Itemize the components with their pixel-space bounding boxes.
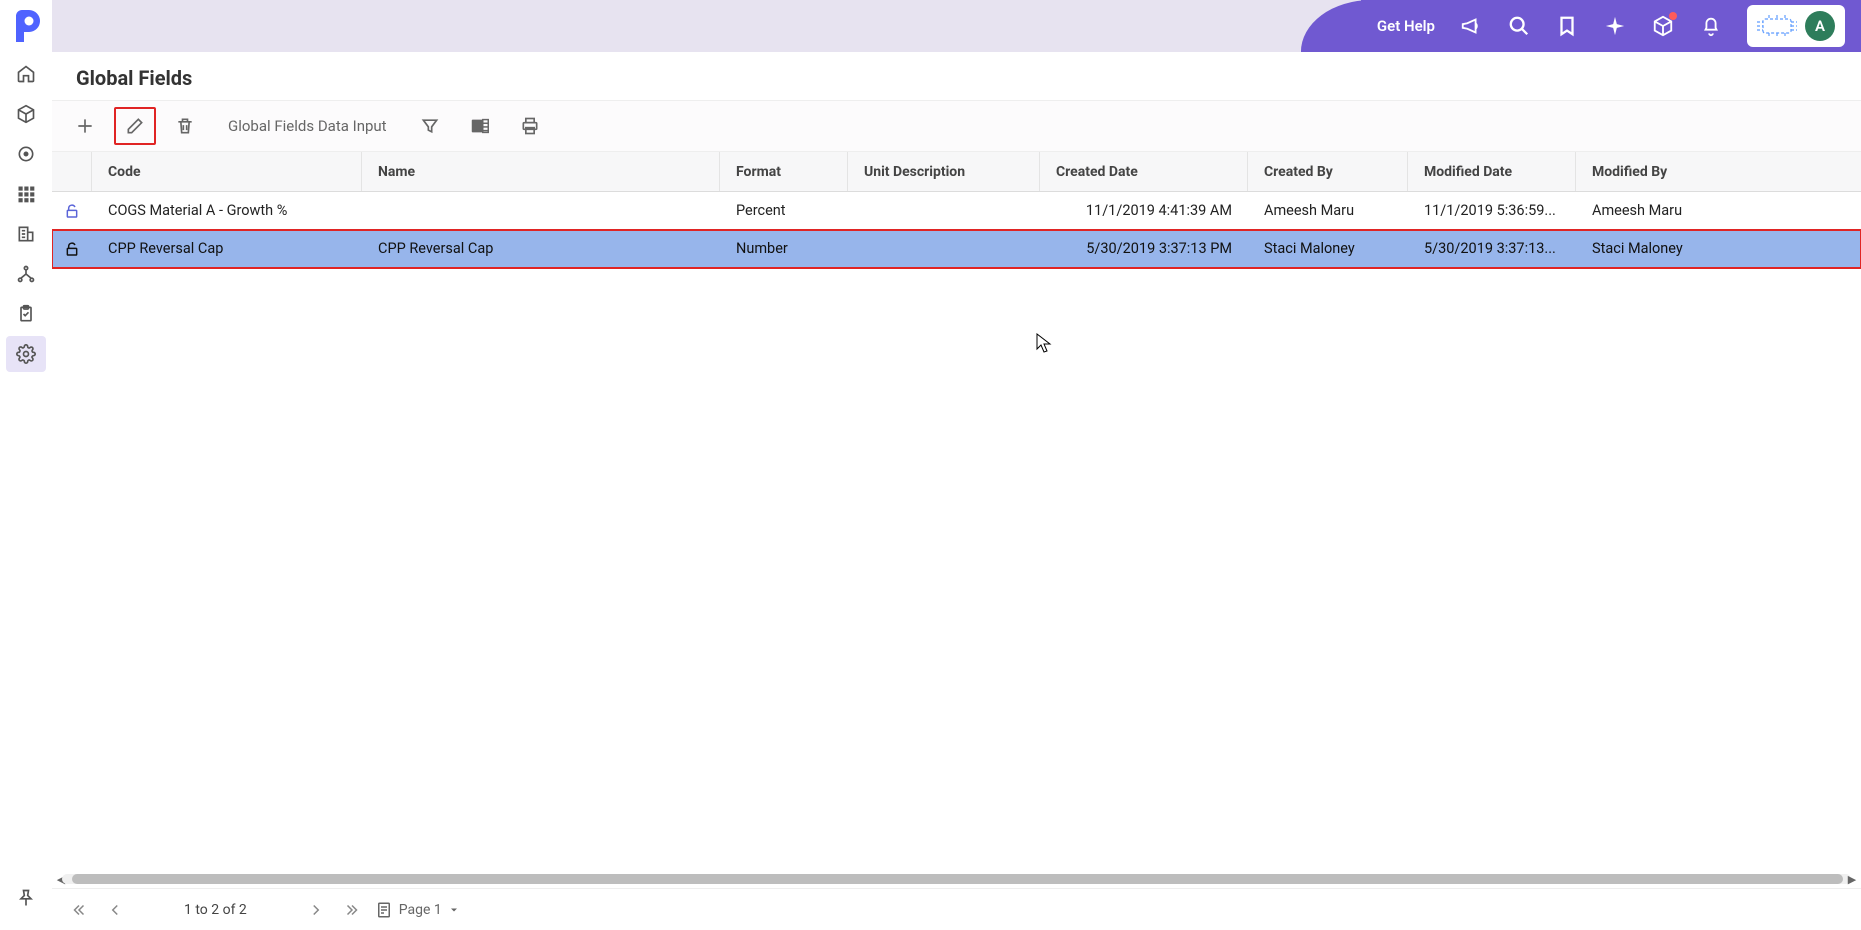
cell-modified-date: 5/30/2019 3:37:13...: [1408, 230, 1576, 267]
pager-prev[interactable]: [102, 897, 128, 923]
h-scrollbar[interactable]: ◀ ▶: [52, 870, 1861, 888]
cell-created-date: 5/30/2019 3:37:13 PM: [1040, 230, 1248, 267]
add-button[interactable]: [64, 107, 106, 145]
table-row[interactable]: COGS Material A - Growth % Percent 11/1/20…: [52, 192, 1861, 230]
cell-unit: [848, 192, 1040, 229]
svg-text:X: X: [474, 122, 480, 131]
cell-modified-date: 11/1/2019 5:36:59...: [1408, 192, 1576, 229]
cell-name: CPP Reversal Cap: [362, 230, 720, 267]
th-format[interactable]: Format: [720, 152, 848, 191]
cell-modified-by: Staci Maloney: [1576, 230, 1861, 267]
cell-name: [362, 192, 720, 229]
nav-grid[interactable]: [6, 176, 46, 212]
pager-page-select[interactable]: Page 1: [375, 901, 460, 919]
th-code[interactable]: Code: [92, 152, 362, 191]
nav-settings[interactable]: [6, 336, 46, 372]
announce-icon[interactable]: [1459, 14, 1483, 38]
cell-unit: [848, 230, 1040, 267]
bell-icon[interactable]: [1699, 14, 1723, 38]
table-body: COGS Material A - Growth % Percent 11/1/20…: [52, 192, 1861, 870]
cell-created-by: Staci Maloney: [1248, 230, 1408, 267]
topbar-actions: Get Help: [1361, 0, 1861, 52]
avatar[interactable]: A: [1805, 11, 1835, 41]
hscroll-right-icon[interactable]: ▶: [1845, 872, 1859, 886]
th-name[interactable]: Name: [362, 152, 720, 191]
table-header: Code Name Format Unit Description Create…: [52, 152, 1861, 192]
nav-pin[interactable]: [6, 880, 46, 916]
nav-hierarchy[interactable]: [6, 256, 46, 292]
search-icon[interactable]: [1507, 14, 1531, 38]
th-lock: [52, 152, 92, 191]
print-button[interactable]: [509, 107, 551, 145]
cell-code: COGS Material A - Growth %: [92, 192, 362, 229]
bookmark-icon[interactable]: [1555, 14, 1579, 38]
pager-last[interactable]: [339, 897, 365, 923]
topbar: Get Help: [52, 0, 1861, 52]
lock-icon: [52, 230, 92, 267]
delete-button[interactable]: [164, 107, 206, 145]
account-box[interactable]: A: [1747, 5, 1845, 47]
nav-clipboard[interactable]: [6, 296, 46, 332]
pager-page-label: Page 1: [399, 902, 442, 918]
th-modified-date[interactable]: Modified Date: [1408, 152, 1576, 191]
cell-format: Number: [720, 230, 848, 267]
chip-icon: [1757, 15, 1797, 37]
excel-export-button[interactable]: X: [459, 107, 501, 145]
page-title: Global Fields: [52, 52, 1861, 100]
cell-created-date: 11/1/2019 4:41:39 AM: [1040, 192, 1248, 229]
toolbar: Global Fields Data Input X: [52, 100, 1861, 152]
data-input-label[interactable]: Global Fields Data Input: [214, 117, 401, 135]
app-logo[interactable]: [8, 8, 44, 44]
get-help-button[interactable]: Get Help: [1377, 17, 1435, 35]
th-created-by[interactable]: Created By: [1248, 152, 1408, 191]
cell-code: CPP Reversal Cap: [92, 230, 362, 267]
nav-target[interactable]: [6, 136, 46, 172]
th-modified-by[interactable]: Modified By: [1576, 152, 1861, 191]
lock-icon: [52, 192, 92, 229]
filter-button[interactable]: [409, 107, 451, 145]
th-unit[interactable]: Unit Description: [848, 152, 1040, 191]
cell-created-by: Ameesh Maru: [1248, 192, 1408, 229]
edit-button[interactable]: [114, 107, 156, 145]
nav-home[interactable]: [6, 56, 46, 92]
left-nav-rail: [0, 0, 52, 930]
cell-modified-by: Ameesh Maru: [1576, 192, 1861, 229]
package-icon[interactable]: [1651, 14, 1675, 38]
main-area: Get Help: [52, 0, 1861, 930]
cell-format: Percent: [720, 192, 848, 229]
table-row[interactable]: CPP Reversal CapCPP Reversal CapNumber5/…: [52, 230, 1861, 268]
table: Code Name Format Unit Description Create…: [52, 152, 1861, 930]
th-created-date[interactable]: Created Date: [1040, 152, 1248, 191]
pager-count: 1 to 2 of 2: [184, 902, 247, 918]
app-root: Get Help: [0, 0, 1861, 930]
pager-first[interactable]: [66, 897, 92, 923]
pager-next[interactable]: [303, 897, 329, 923]
compass-icon[interactable]: [1603, 14, 1627, 38]
pager: 1 to 2 of 2 Page 1: [52, 888, 1861, 930]
nav-building[interactable]: [6, 216, 46, 252]
nav-cube[interactable]: [6, 96, 46, 132]
